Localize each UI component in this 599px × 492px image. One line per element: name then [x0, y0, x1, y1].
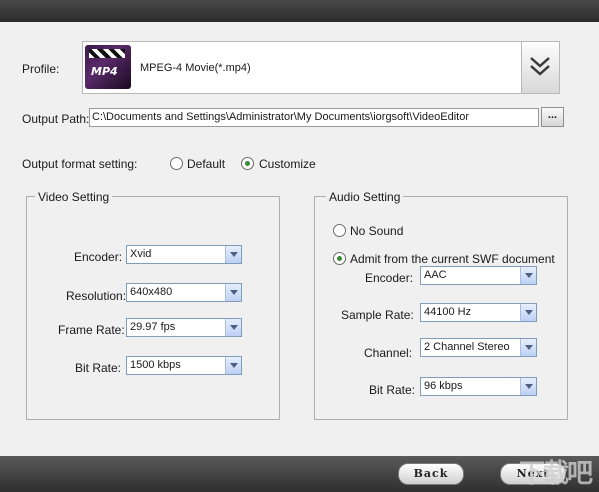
video-encoder-label: Encoder: — [74, 250, 123, 264]
output-path-label: Output Path: — [22, 112, 90, 126]
chevron-down-icon[interactable] — [225, 357, 241, 374]
sample-rate-label: Sample Rate: — [341, 308, 414, 322]
customize-radio[interactable] — [241, 157, 254, 170]
browse-button[interactable]: ... — [541, 107, 564, 127]
default-radio[interactable] — [170, 157, 183, 170]
video-encoder-select[interactable]: Xvid — [126, 245, 242, 264]
chevron-down-icon[interactable] — [225, 284, 241, 301]
channel-label: Channel: — [364, 346, 413, 360]
channel-select[interactable]: 2 Channel Stereo — [420, 338, 537, 357]
video-bit-rate-label: Bit Rate: — [75, 361, 122, 375]
audio-encoder-value: AAC — [424, 269, 447, 281]
chevron-down-icon[interactable] — [520, 378, 536, 395]
profile-selector[interactable]: MP4 MPEG-4 Movie(*.mp4) — [82, 41, 560, 94]
channel-value: 2 Channel Stereo — [424, 341, 510, 353]
resolution-select[interactable]: 640x480 — [126, 283, 242, 302]
frame-rate-value: 29.97 fps — [130, 321, 176, 333]
default-radio-label[interactable]: Default — [187, 157, 225, 171]
customize-radio-label[interactable]: Customize — [259, 157, 316, 171]
profile-label: Profile: — [22, 62, 60, 76]
sample-rate-value: 44100 Hz — [424, 306, 472, 318]
audio-bit-rate-label: Bit Rate: — [369, 383, 416, 397]
double-chevron-down-icon — [530, 57, 550, 76]
mp4-icon-text: MP4 — [91, 65, 118, 78]
video-encoder-value: Xvid — [130, 248, 152, 260]
watermark-logo: 下载吧 — [518, 458, 593, 488]
frame-rate-label: Frame Rate: — [58, 323, 125, 337]
audio-encoder-select[interactable]: AAC — [420, 266, 537, 285]
video-setting-group — [26, 196, 280, 420]
admit-swf-radio[interactable] — [333, 252, 346, 265]
no-sound-label[interactable]: No Sound — [350, 224, 403, 238]
resolution-label: Resolution: — [66, 289, 127, 303]
video-setting-title: Video Setting — [35, 190, 113, 204]
chevron-down-icon[interactable] — [225, 319, 241, 336]
frame-rate-select[interactable]: 29.97 fps — [126, 318, 242, 337]
profile-dropdown-button[interactable] — [521, 42, 559, 93]
sample-rate-select[interactable]: 44100 Hz — [420, 303, 537, 322]
audio-setting-title: Audio Setting — [326, 190, 404, 204]
profile-value: MPEG-4 Movie(*.mp4) — [140, 62, 251, 74]
format-setting-label: Output format setting: — [22, 157, 138, 171]
audio-bit-rate-select[interactable]: 96 kbps — [420, 377, 537, 396]
back-button[interactable]: Back — [398, 463, 464, 485]
output-path-input[interactable] — [89, 108, 539, 127]
video-bit-rate-value: 1500 kbps — [130, 359, 181, 371]
audio-encoder-label: Encoder: — [365, 271, 414, 285]
no-sound-radio[interactable] — [333, 224, 346, 237]
chevron-down-icon[interactable] — [520, 267, 536, 284]
chevron-down-icon[interactable] — [225, 246, 241, 263]
mp4-film-icon: MP4 — [85, 45, 131, 89]
resolution-value: 640x480 — [130, 286, 173, 298]
chevron-down-icon[interactable] — [520, 339, 536, 356]
chevron-down-icon[interactable] — [520, 304, 536, 321]
video-bit-rate-select[interactable]: 1500 kbps — [126, 356, 242, 375]
admit-swf-label[interactable]: Admit from the current SWF document — [350, 252, 555, 266]
title-bar — [0, 0, 599, 22]
audio-bit-rate-value: 96 kbps — [424, 380, 463, 392]
